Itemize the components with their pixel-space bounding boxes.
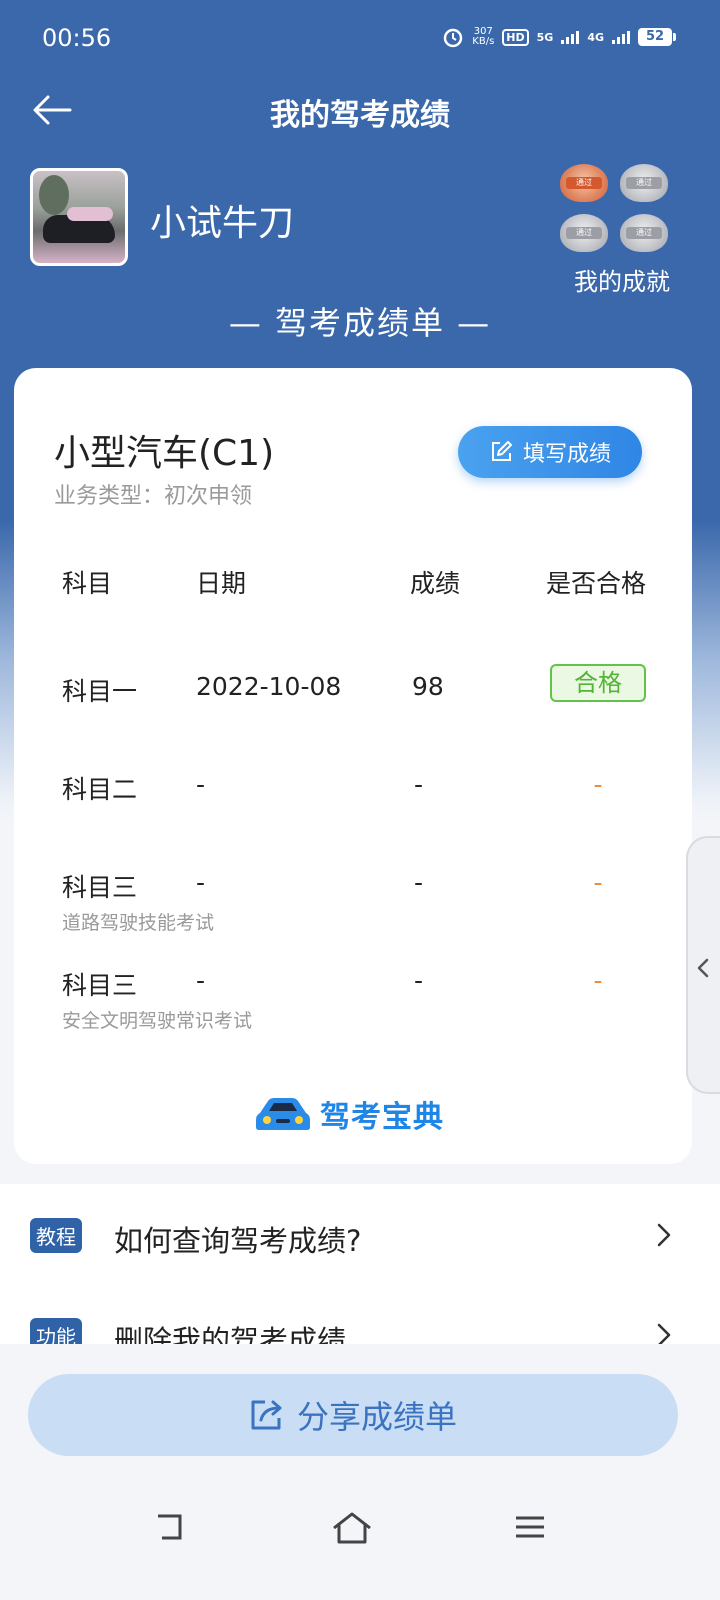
logo-text: 驾考宝典 <box>320 1100 444 1135</box>
score-cell: - <box>414 770 424 799</box>
list-item-label: 如何查询驾考成绩? <box>114 1224 362 1258</box>
score-table: 科目 日期 成绩 是否合格 科目一 2022-10-08 98 合格 科目二 -… <box>14 564 692 1064</box>
app-logo: 驾考宝典 <box>254 1092 444 1136</box>
nav-home-button[interactable] <box>330 1510 390 1560</box>
medal-icon[interactable]: 通过 <box>620 214 668 252</box>
system-nav-bar <box>0 1490 720 1600</box>
share-label: 分享成绩单 <box>296 1398 457 1436</box>
date-cell: - <box>196 868 206 897</box>
subject-cell: 科目三 <box>62 873 138 902</box>
medal-icon[interactable]: 通过 <box>560 164 608 202</box>
nav-menu-button[interactable] <box>510 1510 570 1560</box>
list-item-query-tutorial[interactable]: 教程 如何查询驾考成绩? <box>0 1184 720 1284</box>
score-cell: - <box>414 868 424 897</box>
result-cell: - <box>550 868 646 897</box>
result-cell: - <box>550 966 646 995</box>
vehicle-type: 小型汽车(C1) <box>54 433 275 474</box>
side-drawer-handle[interactable] <box>686 836 720 1094</box>
date-cell: 2022-10-08 <box>196 672 342 701</box>
subject-cell: 科目二 <box>62 775 138 804</box>
edit-icon <box>491 441 512 461</box>
sim2-label: 4G <box>587 30 604 44</box>
table-row: 科目二 - - - <box>14 770 692 868</box>
home-icon <box>333 1512 371 1544</box>
fill-score-label: 填写成绩 <box>522 442 611 467</box>
result-dash: - <box>593 966 603 995</box>
chevron-right-icon <box>657 1323 671 1344</box>
page-title: 我的驾考成绩 <box>270 98 450 133</box>
score-cell: - <box>414 966 424 995</box>
nav-back-icon <box>158 1514 182 1540</box>
net-speed-unit: KB/s <box>472 36 495 47</box>
date-cell: - <box>196 770 206 799</box>
alarm-icon <box>444 28 463 48</box>
score-cell: 98 <box>412 672 444 701</box>
avatar[interactable] <box>30 168 128 266</box>
subject-cell: 科目三 <box>62 971 138 1000</box>
date-cell: - <box>196 966 206 995</box>
chevron-left-icon <box>697 958 709 978</box>
net-speed: 307 KB/s <box>472 27 494 47</box>
result-dash: - <box>593 770 603 799</box>
subject-subtitle: 道路驾驶技能考试 <box>62 912 215 934</box>
signal-icon <box>612 30 630 44</box>
help-list: 教程 如何查询驾考成绩? 功能 删除我的驾考成绩 <box>0 1184 720 1344</box>
share-score-button[interactable]: 分享成绩单 <box>28 1374 678 1456</box>
pass-badge: 合格 <box>550 664 646 702</box>
tag-badge: 功能 <box>30 1318 82 1344</box>
tag-badge: 教程 <box>30 1218 82 1253</box>
result-cell: - <box>550 770 646 799</box>
app-header: 我的驾考成绩 <box>0 80 720 144</box>
business-type: 业务类型：初次申领 <box>54 484 253 509</box>
hd-badge: HD <box>502 28 529 46</box>
score-card: 小型汽车(C1) 业务类型：初次申领 填写成绩 科目 日期 成绩 是否合格 科目… <box>14 368 692 1164</box>
chevron-right-icon <box>657 1223 671 1247</box>
list-item-delete-score[interactable]: 功能 删除我的驾考成绩 <box>0 1284 720 1344</box>
car-logo-icon <box>256 1098 310 1130</box>
medal-icon[interactable]: 通过 <box>560 214 608 252</box>
column-header: 日期 <box>196 569 247 598</box>
column-header: 成绩 <box>410 569 461 598</box>
subject-cell: 科目一 <box>62 677 138 706</box>
column-header: 是否合格 <box>545 569 646 598</box>
fill-score-button[interactable]: 填写成绩 <box>458 426 642 478</box>
status-icons: 307 KB/s HD 5G 4G 52 <box>442 26 676 48</box>
medal-grid: 通过 通过 通过 通过 <box>560 164 670 252</box>
list-item-label: 删除我的驾考成绩 <box>114 1324 347 1344</box>
share-icon <box>251 1400 282 1430</box>
table-header: 科目 日期 成绩 是否合格 <box>14 564 692 606</box>
signal-icon <box>561 30 580 44</box>
battery-icon: 52 <box>638 28 676 46</box>
user-nickname: 小试牛刀 <box>150 203 295 244</box>
table-row: 科目一 2022-10-08 98 合格 <box>14 664 692 770</box>
achievements-label[interactable]: 我的成就 <box>558 262 670 297</box>
result-dash: - <box>593 868 603 897</box>
achievements[interactable]: 通过 通过 通过 通过 我的成就 <box>558 164 670 297</box>
subject-subtitle: 安全文明驾驶常识考试 <box>62 1010 253 1032</box>
menu-icon <box>516 1516 544 1538</box>
result-cell: 合格 <box>550 664 646 702</box>
status-time: 00:56 <box>42 24 112 52</box>
table-row: 科目三 安全文明驾驶常识考试 - - - <box>14 966 692 1064</box>
column-header: 科目 <box>62 569 113 598</box>
medal-icon[interactable]: 通过 <box>620 164 668 202</box>
nav-back-button[interactable] <box>150 1510 210 1560</box>
status-bar: 00:56 307 KB/s HD 5G 4G 52 <box>0 0 720 80</box>
sheet-title: — 驾考成绩单 — <box>228 304 492 342</box>
table-row: 科目三 道路驾驶技能考试 - - - <box>14 868 692 966</box>
sim1-label: 5G <box>536 30 554 44</box>
